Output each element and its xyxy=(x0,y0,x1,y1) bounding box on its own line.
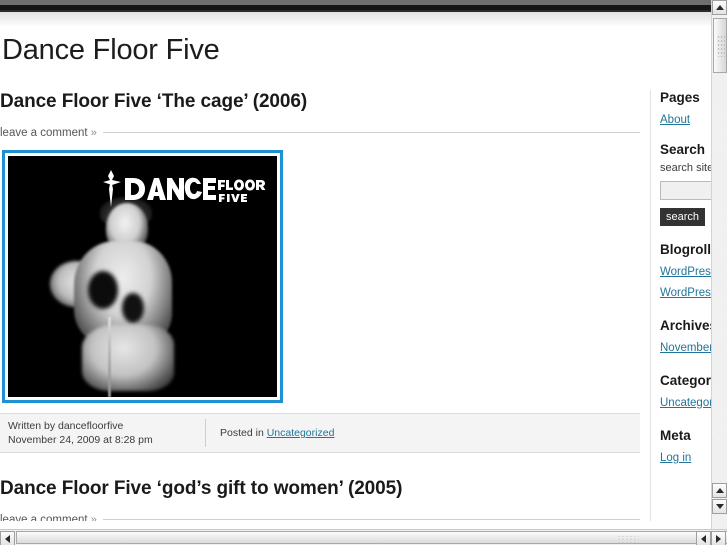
widget-title-categories: Categories xyxy=(660,373,711,388)
post-article: Dance Floor Five ‘god’s gift to women’ (… xyxy=(0,477,640,521)
chrome-gradient-strip xyxy=(0,12,711,26)
sidebar-link-login[interactable]: Log in xyxy=(660,452,691,464)
widget-search: Search search site search xyxy=(660,142,711,226)
widget-archives: Archives November 2009 xyxy=(660,318,711,356)
widget-title-blogroll: Blogroll xyxy=(660,242,711,257)
widget-categories: Categories Uncategorized xyxy=(660,373,711,411)
search-label: search site xyxy=(660,162,711,174)
leave-comment-label: leave a comment xyxy=(0,127,88,139)
band-wordmark-icon xyxy=(103,170,266,207)
performer-shadow-two xyxy=(122,293,144,323)
pages-list: About xyxy=(660,110,711,128)
widget-title-pages: Pages xyxy=(660,90,700,105)
post-author: Written by dancefloorfive xyxy=(8,420,124,432)
sidebar-link-about[interactable]: About xyxy=(660,114,690,126)
sidebar-divider xyxy=(650,90,651,521)
leave-comment-link[interactable]: leave a comment » xyxy=(0,126,103,140)
posted-in-label: Posted in xyxy=(220,427,264,439)
sidebar-link-wordpress-org[interactable]: WordPress.org xyxy=(660,287,711,299)
list-item: Log in xyxy=(660,448,711,466)
microphone-stand xyxy=(108,317,111,397)
widget-meta: Meta Log in xyxy=(660,428,711,466)
vertical-scrollbar[interactable] xyxy=(711,0,727,529)
scroll-left-arrow-icon xyxy=(5,534,10,543)
widget-blogroll: Blogroll WordPress.com WordPress.org xyxy=(660,242,711,301)
site-header: Dance Floor Five xyxy=(0,26,711,68)
vertical-scrollbar-thumb[interactable] xyxy=(713,18,727,73)
horizontal-scrollbar-thumb[interactable] xyxy=(16,531,727,544)
page-viewport: Dance Floor Five Dance Floor Five ‘The c… xyxy=(0,26,711,521)
scroll-right-arrow-icon xyxy=(716,534,721,543)
list-item: WordPress.org xyxy=(660,283,711,301)
meta-list: Log in xyxy=(660,448,711,466)
scroll-up-arrow-icon xyxy=(715,488,724,493)
browser-window: Dance Floor Five Dance Floor Five ‘The c… xyxy=(0,0,727,545)
search-button[interactable]: search xyxy=(660,208,706,226)
post-image[interactable] xyxy=(2,150,283,403)
post-title[interactable]: Dance Floor Five ‘god’s gift to women’ (… xyxy=(0,477,640,501)
widget-title-search: Search xyxy=(660,142,706,157)
leave-comment-link[interactable]: leave a comment » xyxy=(0,513,103,521)
search-input[interactable] xyxy=(660,181,711,200)
chevron-right-icon: » xyxy=(90,514,97,521)
scroll-left-arrow-icon xyxy=(701,534,706,543)
scrollbar-grip-icon xyxy=(617,535,639,543)
scroll-left-button[interactable] xyxy=(0,531,15,545)
horizontal-scrollbar[interactable] xyxy=(0,529,727,545)
scroll-up-button[interactable] xyxy=(712,0,727,15)
scroll-left-button-right[interactable] xyxy=(696,531,711,545)
list-item: November 2009 xyxy=(660,338,711,356)
scroll-down-arrow-icon xyxy=(715,504,724,509)
post-title[interactable]: Dance Floor Five ‘The cage’ (2006) xyxy=(0,90,640,114)
post-timestamp: November 24, 2009 at 8:28 pm xyxy=(8,434,153,446)
list-item: Uncategorized xyxy=(660,393,711,411)
scroll-up-arrow-icon xyxy=(715,5,724,10)
leave-comment-label: leave a comment xyxy=(0,514,88,521)
performer-silhouette xyxy=(48,197,193,397)
scroll-right-button[interactable] xyxy=(711,531,726,545)
widget-pages: Pages About xyxy=(660,90,711,128)
post-comment-row: leave a comment » xyxy=(0,123,640,140)
widget-title-meta: Meta xyxy=(660,428,691,443)
sidebar-link-wordpress-com[interactable]: WordPress.com xyxy=(660,266,711,278)
post-article: Dance Floor Five ‘The cage’ (2006) leave… xyxy=(0,90,640,453)
list-item: WordPress.com xyxy=(660,262,711,280)
album-cover-art xyxy=(8,156,277,397)
widget-title-archives: Archives xyxy=(660,318,711,333)
sidebar: Pages About Search search site search Bl… xyxy=(660,90,711,480)
scroll-up-button-bottom[interactable] xyxy=(712,483,727,498)
performer-shadow-one xyxy=(88,271,118,309)
post-meta-box: Written by dancefloorfive November 24, 2… xyxy=(0,413,640,453)
sidebar-link-uncategorized[interactable]: Uncategorized xyxy=(660,397,711,409)
post-comment-row: leave a comment » xyxy=(0,510,640,521)
vertical-scrollbar-track[interactable] xyxy=(712,0,727,529)
page-title: Dance Floor Five xyxy=(2,34,220,66)
archives-list: November 2009 xyxy=(660,338,711,356)
post-category-block: Posted in Uncategorized xyxy=(206,427,334,439)
list-item: About xyxy=(660,110,711,128)
main-content: Dance Floor Five ‘The cage’ (2006) leave… xyxy=(0,90,640,521)
performer-lap xyxy=(82,325,174,391)
category-link[interactable]: Uncategorized xyxy=(267,427,335,439)
sidebar-link-november-2009[interactable]: November 2009 xyxy=(660,342,711,354)
categories-list: Uncategorized xyxy=(660,393,711,411)
scrollbar-grip-icon xyxy=(717,35,725,57)
post-author-block: Written by dancefloorfive November 24, 2… xyxy=(0,419,205,447)
blogroll-list: WordPress.com WordPress.org xyxy=(660,262,711,301)
scroll-down-button[interactable] xyxy=(712,499,727,514)
chevron-right-icon: » xyxy=(90,127,97,139)
